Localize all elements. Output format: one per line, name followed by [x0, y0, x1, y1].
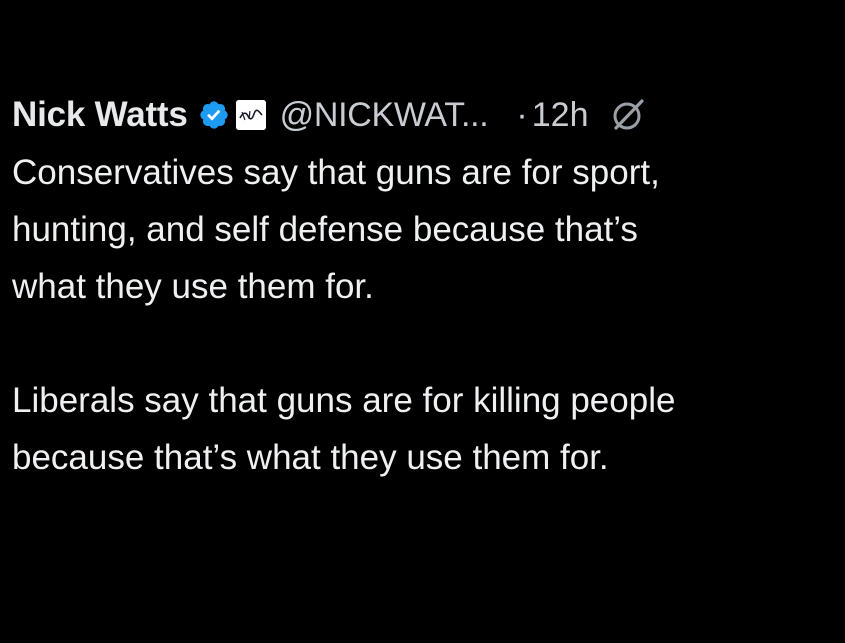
separator-dot: ·: [516, 95, 528, 134]
author-handle[interactable]: @NICKWAT...: [280, 96, 489, 135]
tweet-text: Conservatives say that guns are for spor…: [12, 144, 838, 486]
tweet-paragraph: Liberals say that guns are for killing p…: [12, 372, 838, 486]
text-line: what they use them for.: [12, 267, 374, 306]
text-line: Liberals say that guns are for killing p…: [12, 381, 676, 420]
author-name[interactable]: Nick Watts: [12, 95, 188, 135]
tweet-header: Nick Watts @NICKWAT... · 12h: [12, 86, 838, 144]
tweet-paragraph: Conservatives say that guns are for spor…: [12, 144, 838, 315]
text-line: Conservatives say that guns are for spor…: [12, 153, 660, 192]
tweet[interactable]: Nick Watts @NICKWAT... · 12h Conservativ…: [12, 86, 838, 486]
text-line: because that’s what they use them for.: [12, 438, 609, 477]
grok-icon[interactable]: [608, 95, 648, 135]
timestamp[interactable]: 12h: [532, 96, 589, 135]
verified-badge-icon[interactable]: [198, 99, 230, 131]
affiliate-badge-icon[interactable]: [235, 100, 266, 130]
text-line: hunting, and self defense because that’s: [12, 210, 638, 249]
